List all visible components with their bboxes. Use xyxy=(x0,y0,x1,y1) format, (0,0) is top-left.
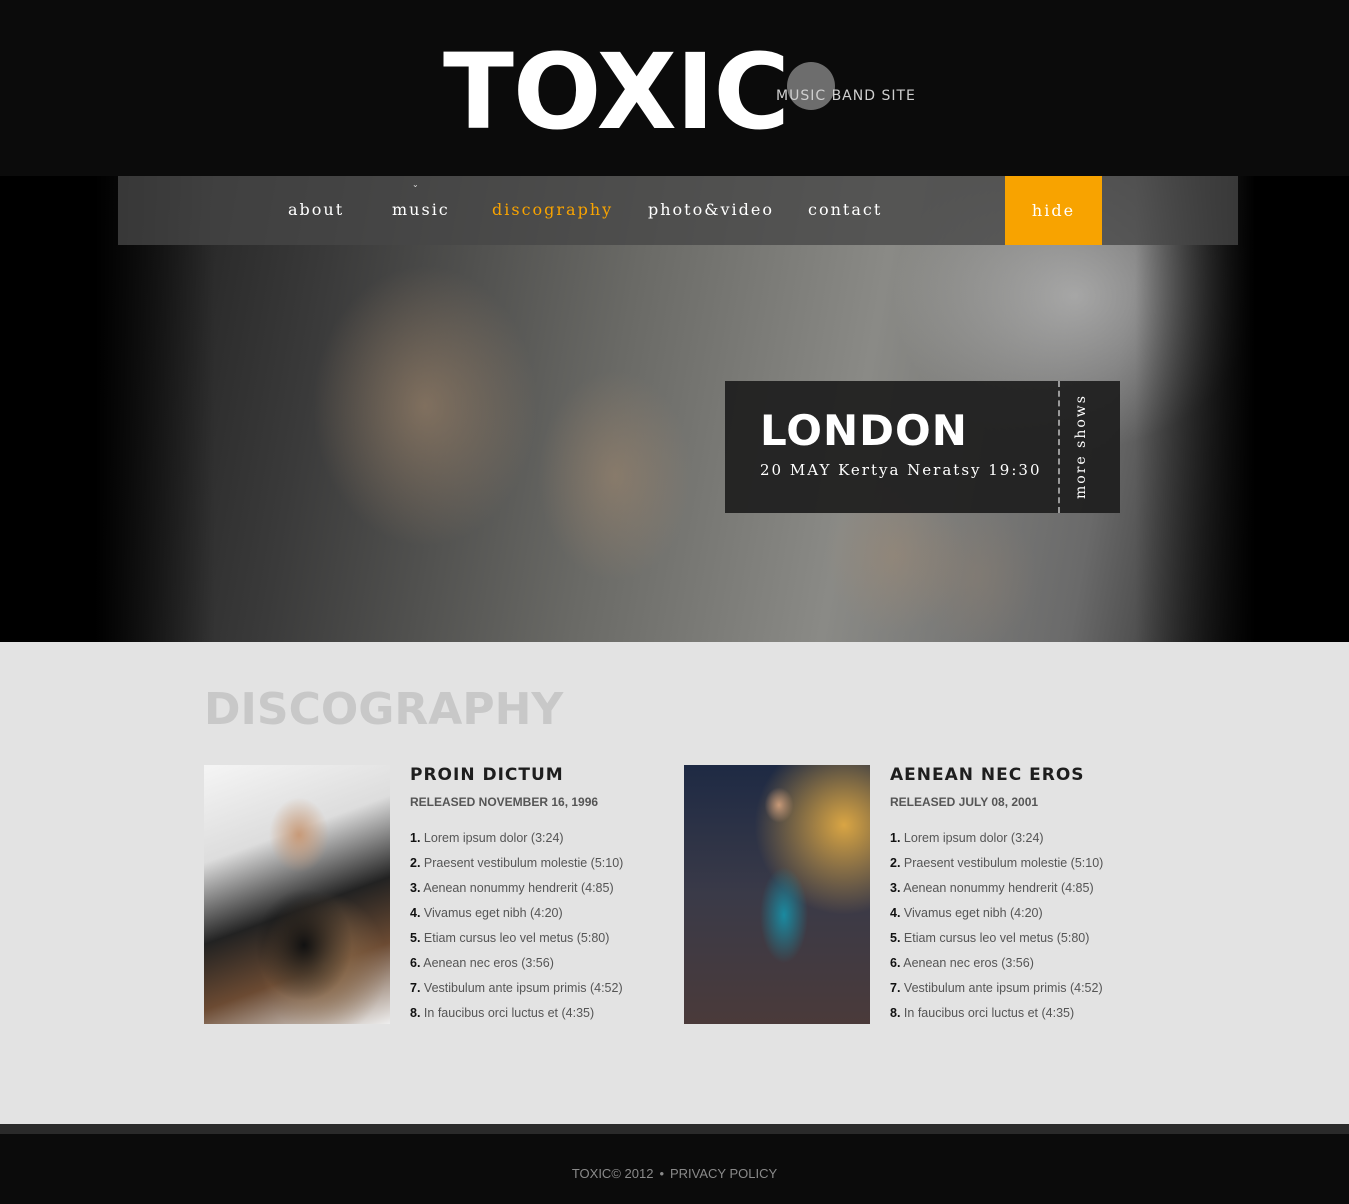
track-item[interactable]: 6. Aenean nec eros (3:56) xyxy=(890,955,1150,980)
track-item[interactable]: 2. Praesent vestibulum molestie (5:10) xyxy=(890,855,1150,880)
track-item[interactable]: 3. Aenean nonummy hendrerit (4:85) xyxy=(410,880,670,905)
more-shows-link[interactable]: more shows xyxy=(1073,394,1089,499)
album-cover-image[interactable] xyxy=(684,765,870,1024)
hero-fade-right xyxy=(1135,176,1255,642)
track-item[interactable]: 5. Etiam cursus leo vel metus (5:80) xyxy=(410,930,670,955)
nav-about[interactable]: about xyxy=(288,200,344,219)
track-item[interactable]: 7. Vestibulum ante ipsum primis (4:52) xyxy=(410,980,670,1005)
logo-tagline: MUSIC BAND SITE xyxy=(776,88,916,104)
site-logo[interactable]: TOXIC MUSIC BAND SITE xyxy=(443,31,915,153)
main-nav: about ⌄ music discography photo&video co… xyxy=(118,176,1238,245)
album-title[interactable]: PROIN DICTUM xyxy=(410,765,670,785)
track-item[interactable]: 7. Vestibulum ante ipsum primis (4:52) xyxy=(890,980,1150,1005)
footer-copyright: TOXIC© 2012 xyxy=(571,1166,654,1181)
discography-section: DISCOGRAPHY PROIN DICTUM RELEASED NOVEMB… xyxy=(0,642,1349,1124)
section-title: DISCOGRAPHY xyxy=(204,684,564,735)
show-info: 20 MAY Kertya Neratsy 19:30 xyxy=(760,461,1042,479)
track-item[interactable]: 4. Vivamus eget nibh (4:20) xyxy=(410,905,670,930)
show-divider xyxy=(1058,381,1060,513)
chevron-down-icon: ⌄ xyxy=(412,180,419,189)
track-item[interactable]: 6. Aenean nec eros (3:56) xyxy=(410,955,670,980)
track-item[interactable]: 3. Aenean nonummy hendrerit (4:85) xyxy=(890,880,1150,905)
footer-separator: • xyxy=(659,1166,664,1181)
privacy-policy-link[interactable]: PRIVACY POLICY xyxy=(670,1166,777,1181)
footer-line: TOXIC© 2012 • PRIVACY POLICY xyxy=(0,1166,1349,1181)
hide-button[interactable]: hide xyxy=(1005,176,1102,245)
site-header: TOXIC MUSIC BAND SITE xyxy=(0,0,1349,176)
hero-fade-left xyxy=(95,176,215,642)
track-item[interactable]: 2. Praesent vestibulum molestie (5:10) xyxy=(410,855,670,880)
footer-strip xyxy=(0,1124,1349,1134)
show-city: LONDON xyxy=(760,406,968,455)
track-item[interactable]: 4. Vivamus eget nibh (4:20) xyxy=(890,905,1150,930)
track-list: 1. Lorem ipsum dolor (3:24) 2. Praesent … xyxy=(890,830,1150,1030)
nav-music[interactable]: music xyxy=(392,200,450,219)
track-item[interactable]: 8. In faucibus orci luctus et (4:35) xyxy=(410,1005,670,1030)
nav-contact[interactable]: contact xyxy=(808,200,882,219)
track-item[interactable]: 1. Lorem ipsum dolor (3:24) xyxy=(890,830,1150,855)
upcoming-show-box: LONDON 20 MAY Kertya Neratsy 19:30 more … xyxy=(725,381,1120,513)
site-footer: TOXIC© 2012 • PRIVACY POLICY xyxy=(0,1134,1349,1204)
album-cover-image[interactable] xyxy=(204,765,390,1024)
logo-wordmark: TOXIC xyxy=(443,31,790,153)
track-item[interactable]: 1. Lorem ipsum dolor (3:24) xyxy=(410,830,670,855)
track-item[interactable]: 5. Etiam cursus leo vel metus (5:80) xyxy=(890,930,1150,955)
album-release-date: RELEASED JULY 08, 2001 xyxy=(890,795,1039,809)
track-list: 1. Lorem ipsum dolor (3:24) 2. Praesent … xyxy=(410,830,670,1030)
album-title[interactable]: AENEAN NEC EROS xyxy=(890,765,1150,785)
hero-banner: about ⌄ music discography photo&video co… xyxy=(0,176,1349,642)
nav-discography[interactable]: discography xyxy=(492,200,613,219)
album-release-date: RELEASED NOVEMBER 16, 1996 xyxy=(410,795,599,809)
nav-photo-video[interactable]: photo&video xyxy=(648,200,774,219)
track-item[interactable]: 8. In faucibus orci luctus et (4:35) xyxy=(890,1005,1150,1030)
